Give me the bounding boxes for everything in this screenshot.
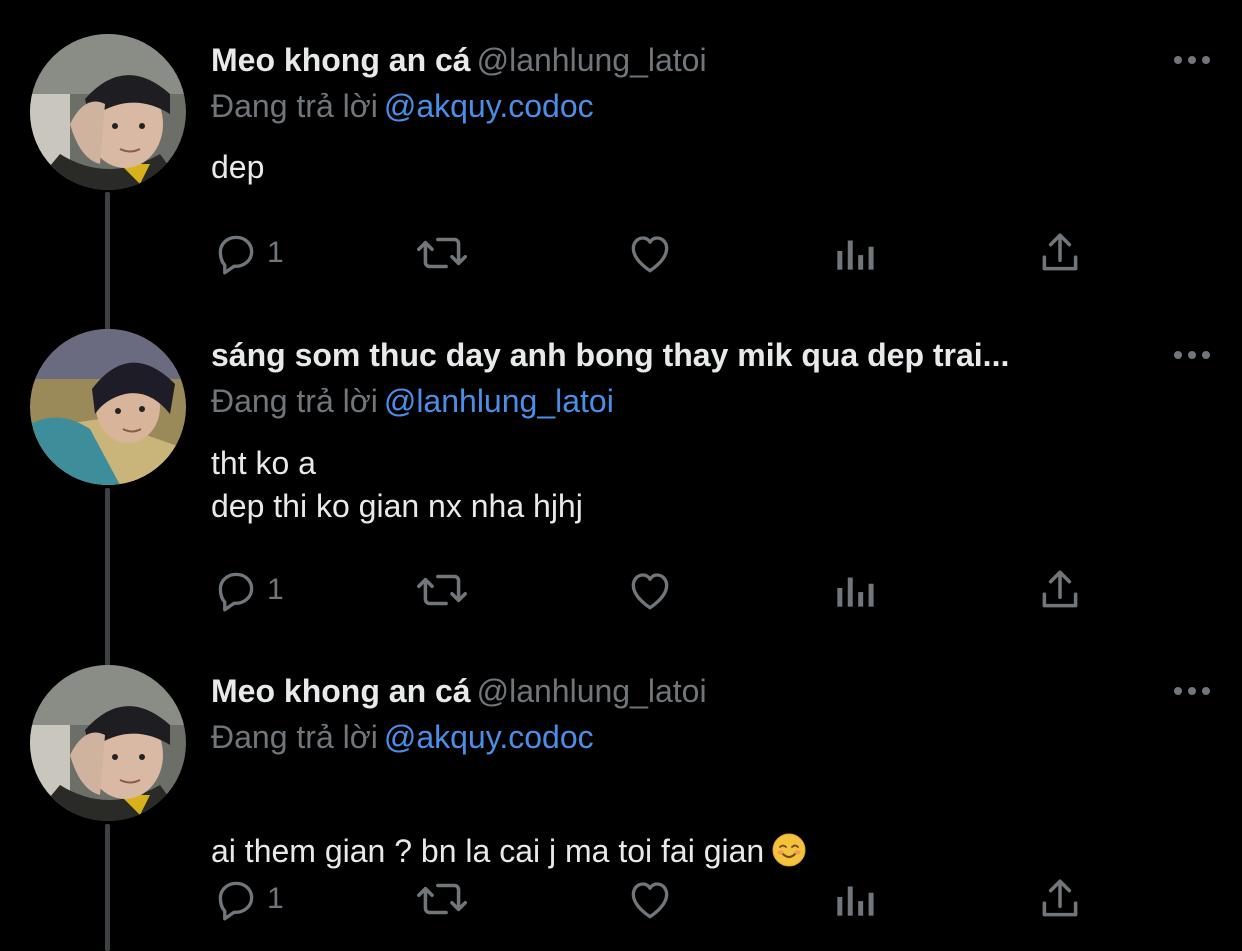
retweet-button[interactable] (413, 874, 471, 924)
reply-icon (218, 235, 254, 275)
analytics-icon (837, 886, 874, 916)
retweet-button[interactable] (413, 228, 471, 278)
user-handle[interactable]: @lanhlung_latoi (477, 42, 707, 78)
mention-link[interactable]: @akquy.codoc (384, 719, 594, 755)
tweet-text: ai them gian ? bn la cai j ma toi fai gi… (211, 833, 765, 869)
reply-icon (218, 572, 254, 612)
user-handle[interactable]: @lanhlung_latoi (477, 673, 707, 709)
tweet-text: dep (211, 149, 265, 185)
views-button[interactable] (831, 228, 877, 278)
tweet-actions: 1 (211, 565, 1091, 615)
tweet-header: sáng som thuc day anh bong thay mik qua … (211, 335, 1009, 375)
share-icon (1042, 570, 1078, 608)
more-dots-icon[interactable] (1172, 50, 1212, 70)
tweet-header: Meo khong an cá @lanhlung_latoi (211, 40, 707, 80)
reply-count: 1 (267, 236, 284, 269)
like-button[interactable] (625, 228, 675, 278)
tweet-text-row: ai them gian ? bn la cai j ma toi fai gi… (211, 787, 806, 873)
retweet-button[interactable] (413, 565, 471, 615)
reply-thread: Meo khong an cá @lanhlung_latoi Đang trả … (0, 0, 1242, 951)
replying-to: Đang trả lời @lanhlung_latoi (211, 381, 614, 421)
more-dots-icon[interactable] (1172, 345, 1212, 365)
display-name[interactable]: sáng som thuc day anh bong thay mik qua … (211, 337, 1009, 373)
reply-button[interactable]: 1 (211, 874, 284, 924)
replying-to-label: Đang trả lời (211, 383, 378, 419)
reply-count: 1 (267, 882, 284, 915)
reply-button[interactable]: 1 (211, 565, 284, 615)
share-icon (1042, 233, 1078, 271)
tweet-actions: 1 (211, 874, 1091, 924)
retweet-icon (417, 237, 467, 269)
tweet-actions: 1 (211, 228, 1091, 278)
replying-to-label: Đang trả lời (211, 719, 378, 755)
avatar[interactable] (30, 34, 186, 190)
share-button[interactable] (1035, 565, 1085, 615)
retweet-icon (417, 883, 467, 915)
analytics-icon (837, 240, 874, 270)
tweet-text: tht ko a dep thi ko gian nx nha hjhj (211, 445, 583, 524)
replying-to-label: Đang trả lời (211, 88, 378, 124)
mention-link[interactable]: @akquy.codoc (384, 88, 594, 124)
smiling-face-emoji (772, 833, 806, 867)
analytics-icon (837, 577, 874, 607)
like-button[interactable] (625, 874, 675, 924)
share-button[interactable] (1035, 874, 1085, 924)
views-button[interactable] (831, 565, 877, 615)
tweet[interactable]: Meo khong an cá @lanhlung_latoi Đang trả … (0, 665, 1242, 951)
tweet-header: Meo khong an cá @lanhlung_latoi (211, 671, 707, 711)
mention-link[interactable]: @lanhlung_latoi (384, 383, 614, 419)
share-button[interactable] (1035, 228, 1085, 278)
share-icon (1042, 879, 1078, 917)
heart-icon (631, 882, 669, 919)
display-name[interactable]: Meo khong an cá (211, 42, 471, 78)
tweet[interactable]: Meo khong an cá @lanhlung_latoi Đang trả … (0, 34, 1242, 300)
display-name[interactable]: Meo khong an cá (211, 673, 471, 709)
replying-to: Đang trả lời @akquy.codoc (211, 717, 594, 757)
heart-icon (631, 236, 669, 273)
retweet-icon (417, 574, 467, 606)
reply-count: 1 (267, 573, 284, 606)
replying-to: Đang trả lời @akquy.codoc (211, 86, 594, 126)
like-button[interactable] (625, 565, 675, 615)
heart-icon (631, 573, 669, 610)
avatar[interactable] (30, 329, 186, 485)
reply-icon (218, 881, 254, 921)
views-button[interactable] (831, 874, 877, 924)
more-dots-icon[interactable] (1172, 681, 1212, 701)
avatar[interactable] (30, 665, 186, 821)
reply-button[interactable]: 1 (211, 228, 284, 278)
tweet[interactable]: sáng som thuc day anh bong thay mik qua … (0, 329, 1242, 635)
